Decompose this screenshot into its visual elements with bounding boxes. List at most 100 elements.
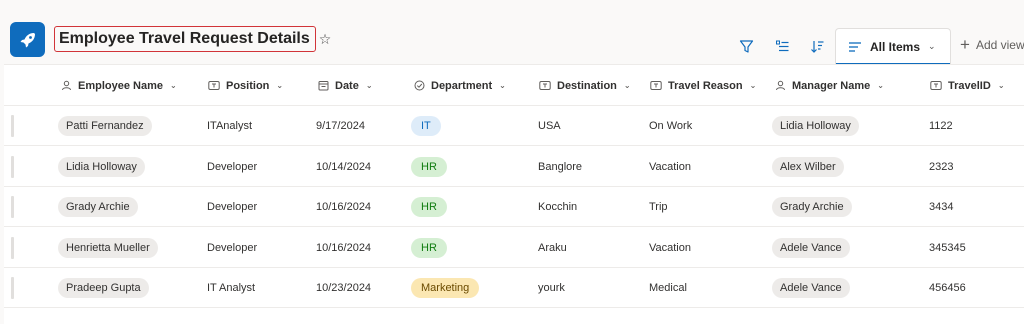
row-select-handle[interactable] — [11, 115, 14, 137]
person-pill[interactable]: Adele Vance — [772, 237, 850, 258]
row-select-handle[interactable] — [11, 277, 14, 300]
column-header-label: Manager Name — [792, 79, 871, 92]
department-tag: HR — [411, 237, 447, 258]
command-toolbar: All Items ⌄ + Add view — [730, 28, 1024, 65]
person-pill[interactable]: Patti Fernandez — [58, 116, 152, 136]
favorite-star-icon[interactable]: ☆ — [319, 31, 332, 48]
cell-text: yourk — [538, 282, 565, 295]
add-view-label: Add view — [975, 38, 1024, 52]
cell-employee: Grady Archie — [58, 187, 138, 227]
cell-text: Vacation — [649, 241, 691, 254]
cell-date: 10/16/2024 — [316, 187, 371, 227]
cell-position: Developer — [207, 187, 257, 227]
column-header-manager-name[interactable]: Manager Name ⌄ — [774, 65, 884, 106]
calendar-icon — [317, 80, 329, 92]
column-header-travelid[interactable]: TravelID ⌄ — [930, 65, 1005, 106]
list-view-icon — [849, 41, 861, 52]
cell-reason: Vacation — [649, 147, 691, 187]
cell-destination: Araku — [538, 228, 567, 268]
department-tag: IT — [411, 116, 441, 136]
cell-position: Developer — [207, 228, 257, 268]
cell-text: Developer — [207, 201, 258, 214]
table-row[interactable]: Pradeep Gupta IT Analyst 10/23/2024 Marketi… — [4, 268, 1024, 309]
cell-date: 10/23/2024 — [316, 268, 371, 308]
row-select-handle[interactable] — [11, 155, 14, 178]
column-header-label: Date — [335, 79, 359, 92]
cell-department: Marketing — [411, 268, 480, 308]
cell-text: Developer — [207, 160, 258, 173]
cell-manager: Alex Wilber — [772, 147, 844, 187]
cell-text: Developer — [207, 241, 258, 254]
cell-position: Developer — [207, 147, 257, 187]
cell-employee: Henrietta Mueller — [58, 228, 158, 268]
cell-destination: yourk — [538, 268, 565, 308]
cell-text: Medical — [649, 282, 687, 295]
person-icon — [774, 80, 786, 92]
view-selector-all-items[interactable]: All Items ⌄ — [835, 28, 951, 65]
chevron-down-icon: ⌄ — [623, 81, 631, 90]
chevron-down-icon: ⌄ — [499, 81, 506, 90]
cell-date: 10/16/2024 — [316, 228, 371, 268]
cell-employee: Pradeep Gupta — [58, 268, 149, 308]
department-tag: Marketing — [411, 278, 480, 299]
cell-text: 1122 — [929, 120, 953, 132]
cell-text: 3434 — [929, 201, 954, 214]
cell-reason: Medical — [649, 268, 687, 308]
column-header-label: Travel Reason — [668, 79, 743, 92]
column-header-destination[interactable]: Destination ⌄ — [539, 65, 631, 106]
person-icon — [60, 80, 72, 92]
view-label: All Items — [870, 39, 921, 54]
cell-department: IT — [411, 106, 441, 146]
chevron-down-icon: ⌄ — [365, 81, 373, 90]
cell-date: 10/14/2024 — [316, 147, 371, 187]
column-header-employee-name[interactable]: Employee Name ⌄ — [60, 65, 177, 106]
cell-text: Banglore — [538, 160, 583, 173]
table-row[interactable]: Henrietta Mueller Developer 10/16/2024 HR Ar… — [4, 228, 1024, 268]
row-select-handle[interactable] — [11, 236, 14, 259]
cell-employee: Patti Fernandez — [58, 106, 152, 146]
person-pill[interactable]: Lidia Holloway — [58, 156, 145, 177]
cell-text: 10/16/2024 — [316, 201, 372, 214]
chevron-down-icon: ⌄ — [169, 81, 177, 90]
person-pill[interactable]: Grady Archie — [772, 197, 852, 218]
chevron-down-icon: ⌄ — [928, 41, 936, 51]
site-logo-rocket-icon[interactable] — [10, 22, 45, 57]
group-by-icon[interactable] — [772, 36, 792, 56]
row-select-handle[interactable] — [11, 196, 14, 219]
cell-text: 456456 — [929, 282, 966, 295]
person-pill[interactable]: Adele Vance — [772, 278, 850, 299]
cell-destination: USA — [538, 106, 561, 146]
page-title: Employee Travel Request Details — [59, 30, 310, 47]
column-header-travel-reason[interactable]: Travel Reason ⌄ — [650, 65, 756, 106]
cell-position: ITAnalyst — [207, 106, 252, 146]
table-row[interactable]: Patti Fernandez ITAnalyst 9/17/2024 IT USA On… — [4, 106, 1024, 146]
person-pill[interactable]: Henrietta Mueller — [58, 237, 158, 258]
cell-text: Araku — [538, 241, 567, 254]
person-pill[interactable]: Pradeep Gupta — [58, 278, 149, 299]
add-view-button[interactable]: + Add view — [960, 36, 1024, 53]
cell-reason: Vacation — [649, 228, 691, 268]
person-pill[interactable]: Alex Wilber — [772, 156, 844, 177]
table-row[interactable]: Lidia Holloway Developer 10/14/2024 HR Bangl… — [4, 147, 1024, 187]
column-header-date[interactable]: Date ⌄ — [317, 65, 373, 106]
cell-destination: Banglore — [538, 147, 582, 187]
chevron-down-icon: ⌄ — [877, 81, 884, 90]
filter-icon[interactable] — [736, 36, 756, 56]
cell-department: HR — [411, 228, 447, 268]
person-pill[interactable]: Lidia Holloway — [772, 116, 859, 136]
column-header-label: Department — [431, 79, 493, 92]
cell-destination: Kocchin — [538, 187, 577, 227]
column-header-label: Destination — [557, 79, 617, 92]
sort-icon[interactable] — [807, 36, 827, 56]
table-row[interactable]: Grady Archie Developer 10/16/2024 HR Kocchin… — [4, 187, 1024, 228]
cell-text: Trip — [649, 201, 668, 214]
text-field-icon — [539, 80, 551, 92]
person-pill[interactable]: Grady Archie — [58, 197, 138, 218]
cell-reason: On Work — [649, 106, 692, 146]
column-header-department[interactable]: Department ⌄ — [413, 65, 506, 106]
column-header-position[interactable]: Position ⌄ — [208, 65, 283, 106]
chevron-down-icon: ⌄ — [276, 81, 284, 90]
cell-department: HR — [411, 147, 447, 187]
cell-department: HR — [411, 187, 447, 227]
cell-text: IT Analyst — [207, 282, 256, 295]
